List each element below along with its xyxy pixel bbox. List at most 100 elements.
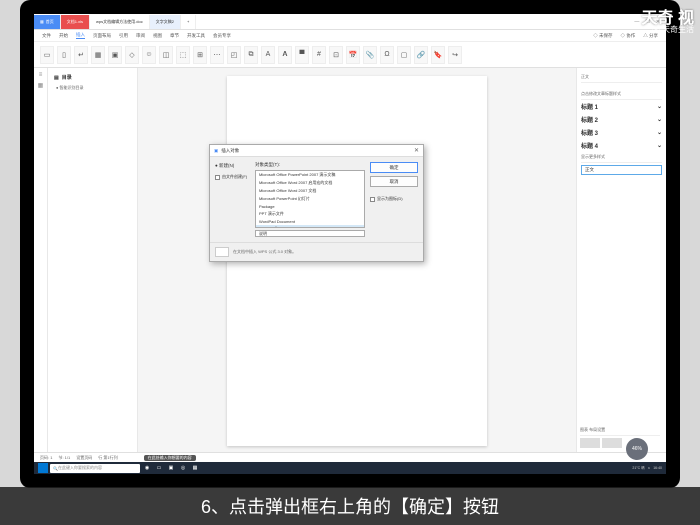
status-tip: 在此处输入你想要的内容	[144, 455, 196, 461]
tool-proc[interactable]: ⧉	[244, 46, 258, 64]
menu-review[interactable]: 审阅	[136, 33, 145, 39]
task-icon[interactable]: ▦	[190, 463, 200, 473]
dialog-footer-text: 在文档中插入 WPS 公式 3.0 对象。	[233, 249, 296, 255]
tool-shape[interactable]: ◇	[125, 46, 139, 64]
menu-file[interactable]: 文件	[42, 33, 51, 39]
style-h2[interactable]: 标题 2⌄	[581, 113, 662, 126]
menu-collab[interactable]: ◇ 协作	[621, 33, 636, 39]
style-body[interactable]: 正文	[581, 165, 662, 175]
dialog-footer: 在文档中插入 WPS 公式 3.0 对象。	[210, 242, 423, 261]
document-canvas[interactable]	[138, 68, 576, 462]
show-as-icon-checkbox[interactable]: 显示为图标(D)	[370, 196, 418, 202]
style-h1[interactable]: 标题 1⌄	[581, 100, 662, 113]
tool-pageno[interactable]: #	[312, 46, 326, 64]
style-section-label: 点击修改文章标题样式	[581, 89, 662, 100]
start-button[interactable]	[38, 463, 48, 473]
cancel-button[interactable]: 取消	[370, 176, 418, 187]
nav-thumb-icon[interactable]: ▦	[38, 82, 44, 89]
task-icon[interactable]: ◎	[178, 463, 188, 473]
home-icon: ▦	[40, 19, 44, 24]
task-icon[interactable]: ◉	[142, 463, 152, 473]
footer-preview-icon	[215, 247, 229, 257]
menu-start[interactable]: 开始	[59, 33, 68, 39]
tool-xref[interactable]: ↪	[448, 46, 462, 64]
status-page[interactable]: 页码: 1	[40, 455, 52, 461]
list-item[interactable]: Package	[256, 203, 364, 210]
list-item[interactable]: PPT 演示文件	[256, 210, 364, 218]
task-icon[interactable]: ▣	[166, 463, 176, 473]
lens-icon: ⓠ	[652, 24, 660, 35]
taskbar-search[interactable]: 🔍 在此键入你要搜索的内容	[50, 464, 140, 473]
tool-table[interactable]: ▦	[91, 46, 105, 64]
ok-button[interactable]: 确定	[370, 162, 418, 173]
minimize-icon[interactable]: —	[634, 19, 639, 25]
system-tray[interactable]: 21°C 晴 ∧ 16:40	[632, 466, 662, 471]
menu-vip[interactable]: 会员专享	[213, 33, 231, 39]
outline-icon: ▤	[54, 75, 59, 81]
ribbon-toolbar: ▭ ▯ ↵ ▦ ▣ ◇ ☺ ◫ ⬚ ⊞ ⋯ ◰ ⧉ A 𝐀 ▀ # ⊡ 📅 📎 …	[34, 42, 666, 68]
status-setpage[interactable]: 设置页码	[76, 455, 92, 461]
nav-outline-icon[interactable]: ≡	[39, 72, 43, 78]
tab-new[interactable]: +	[181, 15, 196, 29]
list-item-selected[interactable]: WPS 公式 3.0	[256, 225, 364, 228]
tool-asset[interactable]: ◰	[227, 46, 241, 64]
dialog-close-icon[interactable]: ✕	[414, 147, 419, 154]
menu-section[interactable]: 章节	[170, 33, 179, 39]
menu-dev[interactable]: 开发工具	[187, 33, 205, 39]
style-h3[interactable]: 标题 3⌄	[581, 126, 662, 139]
tool-icon[interactable]: ☺	[142, 46, 156, 64]
tool-mind[interactable]: ⊞	[193, 46, 207, 64]
tool-more[interactable]: ⋯	[210, 46, 224, 64]
tool-text[interactable]: A	[261, 46, 275, 64]
menu-view[interactable]: 视图	[153, 33, 162, 39]
tab-doc1[interactable]: 文档1.xls	[61, 15, 90, 29]
status-section[interactable]: 节: 1/1	[58, 455, 70, 461]
menu-ref[interactable]: 引用	[119, 33, 128, 39]
list-item[interactable]: Microsoft Office Word 2007 启用宏的文档	[256, 179, 364, 187]
tool-cover[interactable]: ▭	[40, 46, 54, 64]
menu-insert[interactable]: 插入	[76, 32, 85, 39]
tool-image[interactable]: ▣	[108, 46, 122, 64]
task-icon[interactable]: ▭	[154, 463, 164, 473]
tool-flow[interactable]: ⬚	[176, 46, 190, 64]
smart-toc-option[interactable]: ● 智能识别目录	[52, 83, 133, 93]
tool-object[interactable]: ▢	[397, 46, 411, 64]
tool-break[interactable]: ↵	[74, 46, 88, 64]
tool-wm[interactable]: ⊡	[329, 46, 343, 64]
list-item[interactable]: WordPad Document	[256, 218, 364, 225]
radio-from-file[interactable]: 由文件创建(F)	[215, 174, 250, 180]
tool-header[interactable]: ▀	[295, 46, 309, 64]
progress-badge[interactable]: 46%	[626, 438, 648, 460]
tab-home[interactable]: ▦首页	[34, 15, 61, 29]
list-item[interactable]: Microsoft Office Word 2007 文档	[256, 187, 364, 195]
tab-doc2[interactable]: wps文档编辑方法使用.doc	[90, 15, 150, 29]
tool-bookmark[interactable]: 🔖	[431, 46, 445, 64]
menu-layout[interactable]: 页面布局	[93, 33, 111, 39]
tool-chart[interactable]: ◫	[159, 46, 173, 64]
radio-new[interactable]: ● 新建(N)	[215, 162, 250, 170]
tool-date[interactable]: 📅	[346, 46, 360, 64]
tab-doc3[interactable]: 文字文稿2	[150, 15, 181, 29]
style-h4[interactable]: 标题 4⌄	[581, 139, 662, 152]
tool-art[interactable]: 𝐀	[278, 46, 292, 64]
window-titlebar: ▦首页 文档1.xls wps文档编辑方法使用.doc 文字文稿2 + — ☐ …	[34, 14, 666, 30]
workspace: ≡ ▦ ▤目录 ● 智能识别目录 正文 点击修改文章标题样式 标题 1⌄ 标题 …	[34, 68, 666, 462]
layout-opt2[interactable]	[602, 438, 622, 448]
tool-blank[interactable]: ▯	[57, 46, 71, 64]
watermark-sub: ⓠ天奇生活	[652, 24, 694, 35]
weather-widget[interactable]: 21°C 晴	[632, 466, 644, 471]
menu-unsaved[interactable]: ◇ 未保存	[593, 33, 612, 39]
style-more[interactable]: 显示更多样式	[581, 152, 662, 163]
tool-attach[interactable]: 📎	[363, 46, 377, 64]
list-item[interactable]: Microsoft PowerPoint 幻灯片	[256, 195, 364, 203]
tool-link[interactable]: 🔗	[414, 46, 428, 64]
dialog-icon: ▣	[214, 148, 218, 154]
clock[interactable]: 16:40	[653, 466, 662, 470]
style-current[interactable]: 正文	[581, 72, 662, 83]
layout-opt1[interactable]	[580, 438, 600, 448]
status-rowcol: 行 第1行列	[98, 455, 117, 461]
tool-field[interactable]: Ω	[380, 46, 394, 64]
tray-icon[interactable]: ∧	[648, 466, 651, 470]
object-type-list[interactable]: Microsoft Office PowerPoint 2007 演示文稿 Mi…	[255, 170, 365, 228]
list-item[interactable]: Microsoft Office PowerPoint 2007 演示文稿	[256, 171, 364, 179]
